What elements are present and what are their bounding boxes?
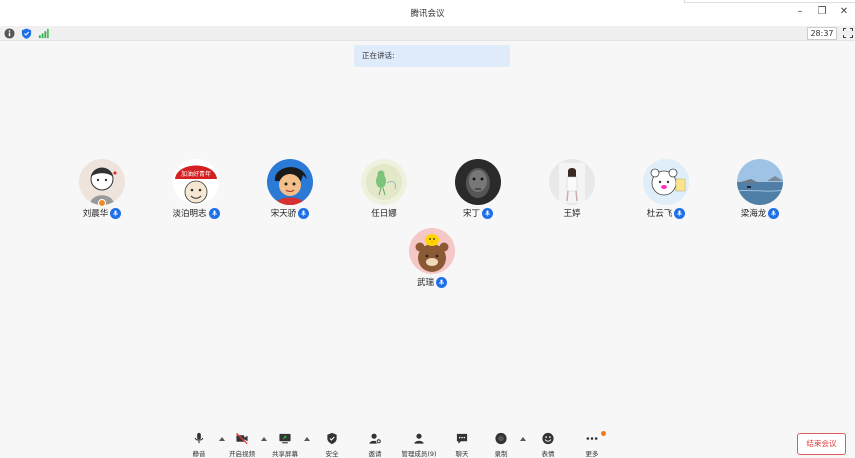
participant-tile[interactable]: 任日娜 xyxy=(339,159,429,223)
participant-name: 淡泊明志 xyxy=(172,209,207,219)
participant-name-row: 宋丁 xyxy=(433,206,523,220)
chat-button[interactable]: 聊天 xyxy=(453,432,471,458)
share-screen-icon xyxy=(279,433,291,444)
record-options-caret[interactable] xyxy=(520,437,526,441)
participant-name-row: 武瑞 xyxy=(387,275,477,289)
manage-members-button[interactable]: 管理成员(9) xyxy=(399,432,439,458)
security-button[interactable]: 安全 xyxy=(323,432,341,458)
invite-button[interactable]: 邀请 xyxy=(366,432,384,458)
title-bar: 腾讯会议 – ❐ ✕ xyxy=(0,0,855,26)
reactions-button[interactable]: 表情 xyxy=(539,432,557,458)
avatar: 加油好青年 xyxy=(173,159,219,205)
share-options-caret[interactable] xyxy=(304,437,310,441)
shield-icon xyxy=(327,432,337,445)
window-controls: – ❐ ✕ xyxy=(795,4,849,20)
participant-name-row: 梁海龙 xyxy=(715,206,805,220)
participant-name-row: 宋天骄 xyxy=(245,206,335,220)
participant-tile[interactable]: 杜云飞 xyxy=(621,159,711,223)
participant-tile[interactable]: 宋天骄 xyxy=(245,159,335,223)
participant-name-row: 任日娜 xyxy=(339,206,429,220)
avatar xyxy=(737,159,783,205)
participant-tile[interactable]: 武瑞 xyxy=(387,228,477,292)
more-button[interactable]: 更多 xyxy=(583,432,601,458)
smiley-icon xyxy=(542,432,554,445)
mute-button[interactable]: 静音 xyxy=(189,432,209,458)
participant-name-row: 淡泊明志 xyxy=(151,206,241,220)
signal-icon[interactable] xyxy=(38,28,49,39)
record-button[interactable]: 录制 xyxy=(492,432,510,458)
participant-name: 宋天骄 xyxy=(270,209,297,219)
info-icon[interactable] xyxy=(4,28,15,39)
participant-tile[interactable]: 梁海龙 xyxy=(715,159,805,223)
participant-name: 武瑞 xyxy=(416,278,434,288)
participant-tile[interactable]: 宋丁 xyxy=(433,159,523,223)
window-title: 腾讯会议 xyxy=(410,9,445,19)
participant-name: 梁海龙 xyxy=(740,209,767,219)
avatar xyxy=(455,159,501,205)
avatar xyxy=(267,159,313,205)
meeting-toolbar: 静音 开启视频 共享屏幕 安全 邀请 管理成员(9) 聊天 录制 表情 更多 xyxy=(0,428,855,458)
microphone-icon xyxy=(208,207,220,219)
svg-text:加油好青年: 加油好青年 xyxy=(181,170,211,178)
end-meeting-button[interactable]: 结束会议 xyxy=(797,433,846,455)
participant-tile[interactable]: 加油好青年淡泊明志 xyxy=(151,159,241,223)
participant-name: 任日娜 xyxy=(371,209,397,219)
microphone-icon xyxy=(298,207,310,219)
video-options-caret[interactable] xyxy=(261,437,267,441)
status-bar: 28:37 xyxy=(0,26,855,41)
share-screen-button[interactable]: 共享屏幕 xyxy=(271,432,299,458)
participant-name: 刘晨华 xyxy=(82,209,109,219)
minimize-icon[interactable]: – xyxy=(795,4,805,20)
video-off-icon xyxy=(235,432,248,445)
add-user-icon xyxy=(369,433,382,445)
more-notification-dot xyxy=(601,431,606,436)
microphone-icon xyxy=(674,207,686,219)
participant-name-row: 刘晨华 xyxy=(57,206,147,220)
more-dots-icon xyxy=(586,437,598,440)
microphone-icon xyxy=(436,276,447,288)
microphone-icon xyxy=(194,432,204,444)
restore-icon[interactable]: ❐ xyxy=(817,4,827,20)
chat-icon xyxy=(456,433,468,444)
close-icon[interactable]: ✕ xyxy=(839,4,849,20)
start-video-button[interactable]: 开启视频 xyxy=(228,432,256,458)
avatar xyxy=(361,159,407,205)
participant-name: 王婷 xyxy=(563,209,581,219)
meeting-timer: 28:37 xyxy=(807,27,837,40)
participant-name: 宋丁 xyxy=(462,209,480,219)
record-icon xyxy=(495,432,507,445)
speaking-banner: 正在讲话: xyxy=(354,45,510,67)
avatar xyxy=(409,228,455,274)
members-icon xyxy=(414,433,424,444)
avatar xyxy=(549,159,595,205)
participant-tile[interactable]: 王婷 xyxy=(527,159,617,223)
mute-options-caret[interactable] xyxy=(219,437,225,441)
shield-icon[interactable] xyxy=(21,28,32,39)
microphone-icon xyxy=(110,207,122,219)
overlay-edge xyxy=(684,0,855,3)
microphone-icon xyxy=(482,207,493,219)
participant-name-row: 王婷 xyxy=(527,206,617,220)
participant-name: 杜云飞 xyxy=(646,209,673,219)
fullscreen-icon[interactable] xyxy=(843,28,853,38)
microphone-icon xyxy=(768,207,780,219)
participant-tile[interactable]: 刘晨华 xyxy=(57,159,147,223)
avatar xyxy=(643,159,689,205)
participant-name-row: 杜云飞 xyxy=(621,206,711,220)
